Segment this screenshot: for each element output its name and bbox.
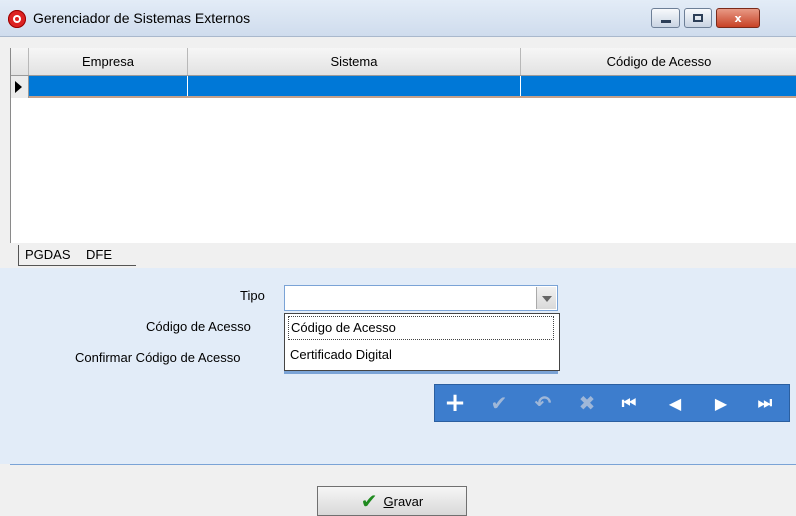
confirmar-codigo-input[interactable]	[284, 371, 558, 374]
delete-icon[interactable]: ✖	[573, 390, 601, 416]
tab-dfe[interactable]: DFE	[80, 245, 136, 266]
cell-sistema[interactable]	[188, 76, 521, 96]
cell-codigo-acesso[interactable]	[521, 76, 796, 96]
last-icon[interactable]: ⏭	[751, 390, 779, 416]
minimize-icon	[660, 19, 671, 23]
column-header-empresa[interactable]: Empresa	[29, 48, 188, 75]
close-button[interactable]: x	[716, 8, 760, 28]
gravar-label: Gravar	[383, 493, 424, 509]
column-header-sistema[interactable]: Sistema	[188, 48, 521, 75]
gravar-button[interactable]: ✔ Gravar	[317, 486, 467, 516]
row-indicator-icon	[11, 76, 29, 98]
first-icon[interactable]: ⏮	[615, 390, 643, 416]
systems-grid[interactable]: Empresa Sistema Código de Acesso	[10, 48, 796, 243]
tipo-dropdown-list[interactable]: Código de Acesso Certificado Digital	[284, 313, 560, 371]
chevron-down-icon[interactable]	[536, 287, 556, 309]
tipo-label: Tipo	[240, 288, 265, 303]
close-icon: x	[734, 11, 742, 25]
undo-icon[interactable]: ↶	[529, 390, 557, 416]
add-icon[interactable]: +	[441, 388, 469, 418]
next-icon[interactable]: ▶	[707, 390, 735, 416]
app-icon	[8, 10, 26, 28]
checkmark-icon: ✔	[360, 489, 378, 513]
maximize-button[interactable]	[684, 8, 712, 28]
grid-corner-cell	[11, 48, 29, 75]
column-header-codigo-acesso[interactable]: Código de Acesso	[521, 48, 796, 75]
table-row[interactable]	[29, 76, 796, 98]
option-certificado-digital[interactable]: Certificado Digital	[288, 343, 392, 367]
window-title: Gerenciador de Sistemas Externos	[33, 10, 251, 26]
tipo-select[interactable]	[284, 285, 558, 311]
title-bar: Gerenciador de Sistemas Externos x	[0, 0, 796, 37]
confirm-icon[interactable]: ✔	[485, 390, 513, 416]
maximize-icon	[693, 14, 703, 22]
grid-header: Empresa Sistema Código de Acesso	[11, 48, 796, 76]
option-codigo-acesso[interactable]: Código de Acesso	[288, 316, 554, 340]
tab-pgdas[interactable]: PGDAS	[18, 245, 85, 266]
cell-empresa[interactable]	[29, 76, 188, 96]
prior-icon[interactable]: ◀	[661, 390, 689, 416]
minimize-button[interactable]	[651, 8, 680, 28]
record-navigator: + ✔ ↶ ✖ ⏮ ◀ ▶ ⏭	[434, 384, 790, 422]
codigo-acesso-label: Código de Acesso	[146, 319, 251, 334]
confirmar-codigo-label: Confirmar Código de Acesso	[75, 350, 241, 365]
